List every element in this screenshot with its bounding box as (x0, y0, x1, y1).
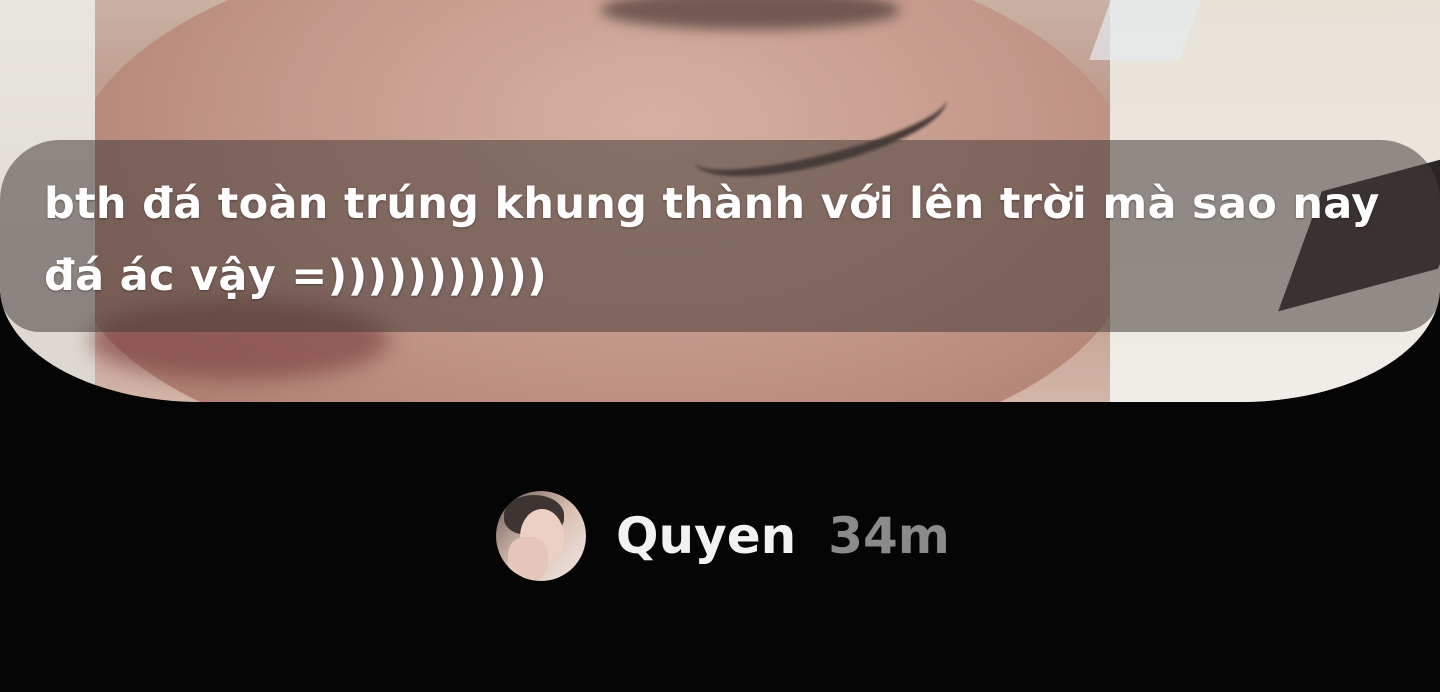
post-timestamp: 34m (828, 507, 950, 565)
story-photo[interactable]: bth đá toàn trúng khung thành với lên tr… (0, 0, 1440, 402)
caption-line-2: đá ác vậy =))))))))))) (44, 251, 548, 301)
avatar[interactable] (496, 491, 586, 581)
author-name[interactable]: Quyen (616, 507, 796, 565)
author-meta-row: Quyen 34m (496, 490, 950, 582)
caption-overlay: bth đá toàn trúng khung thành với lên tr… (0, 140, 1440, 332)
avatar-hand (508, 537, 548, 581)
caption-line-1: bth đá toàn trúng khung thành với lên tr… (44, 179, 1380, 229)
caption-text: bth đá toàn trúng khung thành với lên tr… (44, 168, 1396, 312)
